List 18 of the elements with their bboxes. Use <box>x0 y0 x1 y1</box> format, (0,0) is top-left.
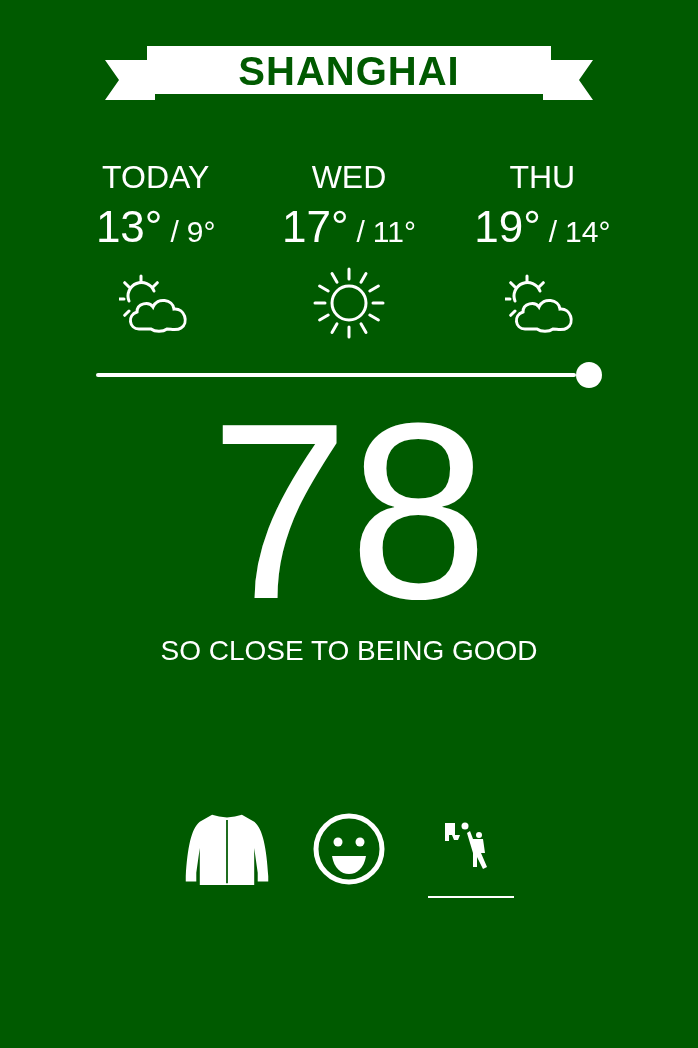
low-temperature: 11° <box>372 214 416 250</box>
high-temperature: 19° <box>474 202 541 252</box>
day-label: TODAY <box>102 158 210 196</box>
temperature-separator: / <box>356 214 365 250</box>
verdict-text: SO CLOSE TO BEING GOOD <box>160 634 538 668</box>
score-number: 78 <box>209 402 489 622</box>
temperature-separator: / <box>170 214 179 250</box>
temperature-separator: / <box>548 214 558 250</box>
sun-icon <box>312 266 386 340</box>
low-temperature: 14° <box>565 214 611 250</box>
high-temperature: 17° <box>281 202 349 252</box>
low-temperature: 9° <box>186 214 216 250</box>
high-temperature: 13° <box>95 202 163 252</box>
day-label: THU <box>509 158 576 196</box>
city-name: SHANGHAI <box>238 49 460 95</box>
day-label: WED <box>311 158 387 196</box>
slider-thumb[interactable] <box>576 362 602 388</box>
smiley-icon <box>312 812 386 886</box>
